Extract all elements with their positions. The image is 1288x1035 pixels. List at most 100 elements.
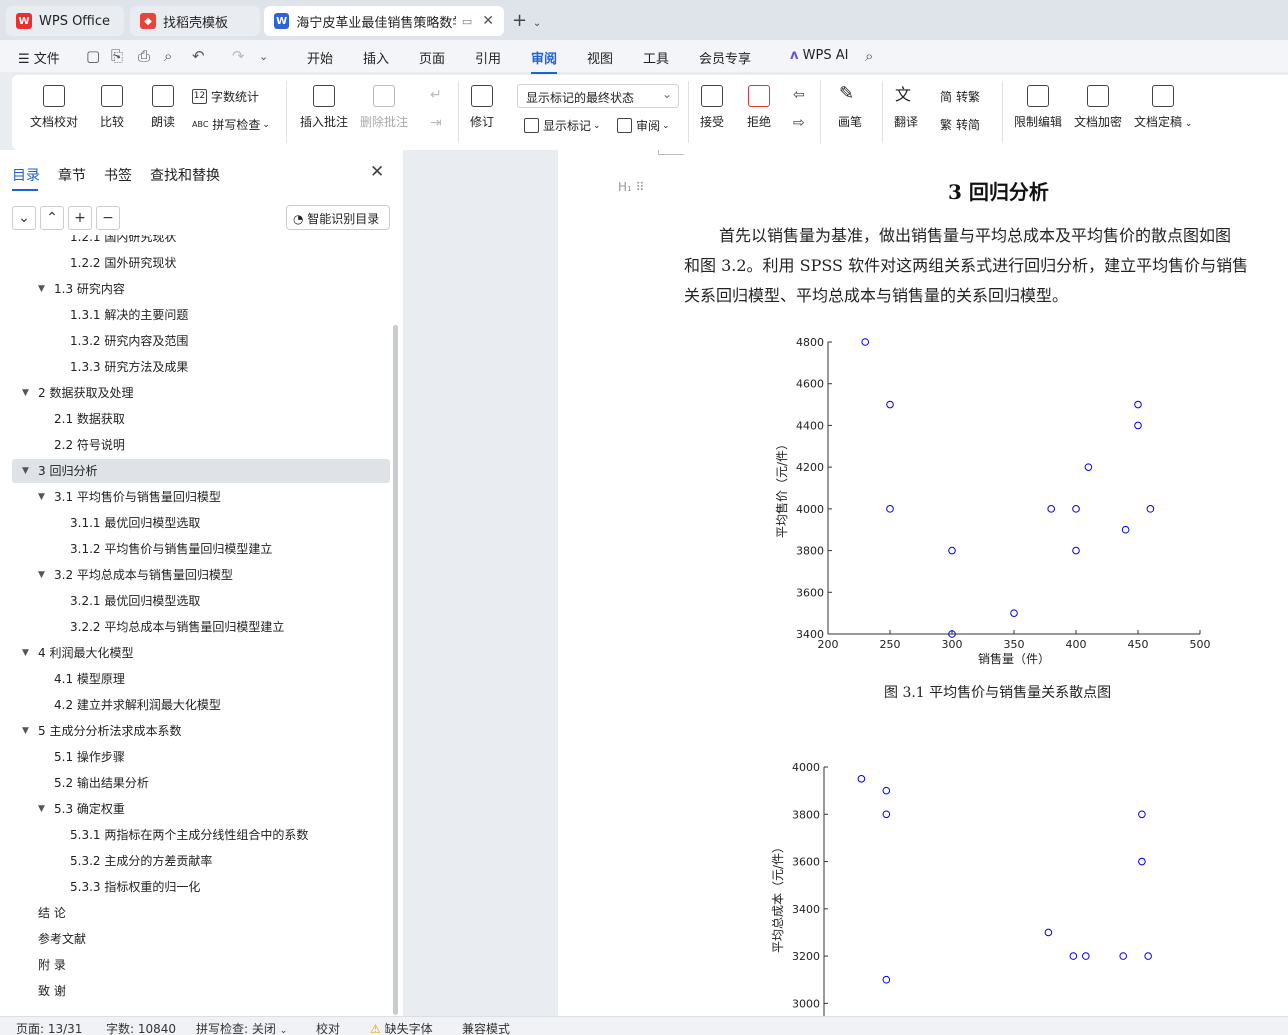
prev-change-icon[interactable]: ⇦ — [793, 87, 805, 103]
close-pane-icon[interactable]: ✕ — [370, 162, 384, 182]
toc-item[interactable]: ▼ 3.1 平均售价与销售量回归模型 — [12, 485, 390, 509]
menu-review[interactable]: 审阅 — [531, 48, 558, 74]
reject-button[interactable]: 拒绝 — [747, 85, 771, 130]
read-aloud-button[interactable]: 朗读 — [151, 85, 175, 130]
file-menu[interactable]: ☰ 文件 — [18, 48, 60, 67]
toc-item[interactable]: ▼ 4 利润最大化模型 — [12, 641, 390, 665]
toc-item[interactable]: ▼ 1.3 研究内容 — [12, 277, 390, 301]
heading-handle-icon[interactable]: H₁ ⠿ — [618, 180, 644, 194]
show-marks-button[interactable]: 显示标记 ⌄ — [524, 117, 601, 134]
toc-item[interactable]: 2.1 数据获取 — [12, 407, 390, 431]
finalize-button[interactable]: 文档定稿 ⌄ — [1134, 85, 1192, 130]
revise-button[interactable]: 修订 — [470, 85, 494, 130]
missing-font-status[interactable]: ⚠ 缺失字体 — [370, 1020, 433, 1035]
toc-item[interactable]: 5.1 操作步骤 — [12, 745, 390, 769]
menu-member[interactable]: 会员专享 — [699, 48, 751, 67]
prev-comment-icon[interactable]: ↵ — [430, 87, 442, 103]
tab-template[interactable]: ◆ 找稻壳模板 — [130, 6, 260, 36]
toc-item[interactable]: 5.3.3 指标权重的归一化 — [12, 875, 390, 899]
toc-item[interactable]: 5.2 输出结果分析 — [12, 771, 390, 795]
toc-item[interactable]: 1.3.2 研究内容及范围 — [12, 329, 390, 353]
to-simplified-button[interactable]: 繁转简 — [940, 116, 980, 133]
smart-toc-button[interactable]: ◔ 智能识别目录 — [286, 205, 390, 230]
compat-mode-status[interactable]: 兼容模式 — [462, 1020, 510, 1035]
print-preview-icon[interactable]: ⌕ — [164, 47, 172, 65]
page-indicator[interactable]: 页面: 13/31 — [16, 1020, 82, 1035]
toc-item[interactable]: 3.1.2 平均售价与销售量回归模型建立 — [12, 537, 390, 561]
add-level-button[interactable]: + — [68, 206, 92, 230]
tab-find-replace[interactable]: 查找和替换 — [150, 165, 220, 185]
to-traditional-button[interactable]: 简转繁 — [940, 88, 980, 105]
tab-sections[interactable]: 章节 — [58, 165, 86, 185]
collapse-arrow-icon[interactable]: ▼ — [22, 641, 29, 665]
translate-button[interactable]: 文翻译 — [894, 85, 918, 130]
encrypt-button[interactable]: 文档加密 — [1074, 85, 1122, 130]
collapse-up-button[interactable]: ⌃ — [40, 206, 64, 230]
spell-check-status[interactable]: 拼写检查: 关闭 ⌄ — [196, 1020, 287, 1035]
close-tab-icon[interactable]: ✕ — [482, 13, 494, 29]
expand-down-button[interactable]: ⌄ — [12, 206, 36, 230]
toc-item[interactable]: 3.2.2 平均总成本与销售量回归模型建立 — [12, 615, 390, 639]
save-icon[interactable]: ▢ — [86, 47, 100, 65]
more-chevron-icon[interactable]: ⌄ — [259, 50, 268, 63]
tab-wps-office[interactable]: W WPS Office — [6, 6, 124, 36]
redo-icon[interactable]: ↷ — [232, 47, 245, 65]
menu-view[interactable]: 视图 — [587, 48, 613, 67]
spell-check-button[interactable]: ABC 拼写检查 ⌄ — [192, 116, 270, 133]
menu-start[interactable]: 开始 — [307, 48, 333, 67]
toc-item[interactable]: 3.1.1 最优回归模型选取 — [12, 511, 390, 535]
tab-bookmarks[interactable]: 书签 — [104, 165, 132, 185]
next-change-icon[interactable]: ⇨ — [793, 115, 805, 131]
collapse-arrow-icon[interactable]: ▼ — [22, 719, 29, 743]
toc-item[interactable]: 1.3.1 解决的主要问题 — [12, 303, 390, 327]
toc-item[interactable]: ▼ 2 数据获取及处理 — [12, 381, 390, 405]
tab-document[interactable]: W 海宁皮革业最佳销售策略数学 ▭ ✕ — [264, 6, 504, 36]
toc-item[interactable]: 1.2.2 国外研究现状 — [12, 251, 390, 275]
insert-comment-button[interactable]: 插入批注 — [300, 85, 348, 130]
pen-button[interactable]: ✎ 画笔 — [838, 85, 862, 130]
menu-tools[interactable]: 工具 — [643, 48, 669, 67]
collapse-arrow-icon[interactable]: ▼ — [38, 277, 45, 301]
new-tab-button[interactable]: + ⌄ — [512, 10, 541, 31]
collapse-arrow-icon[interactable]: ▼ — [22, 459, 29, 483]
print-icon[interactable]: ⎙ — [138, 47, 150, 65]
toc-item[interactable]: 5.3.1 两指标在两个主成分线性组合中的系数 — [12, 823, 390, 847]
collapse-arrow-icon[interactable]: ▼ — [38, 563, 45, 587]
collapse-arrow-icon[interactable]: ▼ — [22, 381, 29, 405]
search-icon[interactable]: ⌕ — [865, 47, 873, 65]
toc-item[interactable]: 结 论 — [12, 901, 390, 925]
toc-item[interactable]: ▼ 5 主成分分析法求成本系数 — [12, 719, 390, 743]
wps-ai-button[interactable]: ʌ WPS AI — [790, 48, 848, 63]
remove-level-button[interactable]: − — [96, 206, 120, 230]
menu-insert[interactable]: 插入 — [363, 48, 389, 67]
toc-item[interactable]: 5.3.2 主成分的方差贡献率 — [12, 849, 390, 873]
toc-item[interactable]: ▼ 5.3 确定权重 — [12, 797, 390, 821]
toc-item[interactable]: 附 录 — [12, 953, 390, 977]
toc-item[interactable]: 1.2.1 国内研究现状 — [12, 235, 390, 249]
delete-comment-button[interactable]: 删除批注 — [360, 85, 408, 130]
proofread-status[interactable]: 校对 — [316, 1020, 340, 1035]
next-comment-icon[interactable]: ⇥ — [430, 115, 442, 131]
review-pane-button[interactable]: 审阅 ⌄ — [617, 117, 670, 134]
collapse-arrow-icon[interactable]: ▼ — [38, 797, 45, 821]
tab-toc[interactable]: 目录 — [12, 165, 40, 191]
word-count-status[interactable]: 字数: 10840 — [106, 1020, 176, 1035]
toc-item[interactable]: 4.1 模型原理 — [12, 667, 390, 691]
toc-item[interactable]: 参考文献 — [12, 927, 390, 951]
toc-item[interactable]: ▼ 3 回归分析 — [12, 459, 390, 483]
toc-item[interactable]: 2.2 符号说明 — [12, 433, 390, 457]
display-mode-select[interactable]: 显示标记的最终状态 ⌄ — [517, 84, 679, 108]
menu-reference[interactable]: 引用 — [475, 48, 501, 67]
collapse-arrow-icon[interactable]: ▼ — [38, 485, 45, 509]
toc-item[interactable]: ▼ 3.2 平均总成本与销售量回归模型 — [12, 563, 390, 587]
export-icon[interactable]: ⎘ — [111, 47, 123, 65]
toc-item[interactable]: 4.2 建立并求解利润最大化模型 — [12, 693, 390, 717]
monitor-icon[interactable]: ▭ — [462, 15, 472, 28]
toc-item[interactable]: 1.3.3 研究方法及成果 — [12, 355, 390, 379]
menu-page[interactable]: 页面 — [419, 48, 445, 67]
restrict-edit-button[interactable]: 限制编辑 — [1014, 85, 1062, 130]
undo-icon[interactable]: ↶ — [192, 47, 205, 65]
pane-scrollbar[interactable] — [393, 325, 398, 1015]
accept-button[interactable]: 接受 — [700, 85, 724, 130]
toc-item[interactable]: 致 谢 — [12, 979, 390, 1003]
